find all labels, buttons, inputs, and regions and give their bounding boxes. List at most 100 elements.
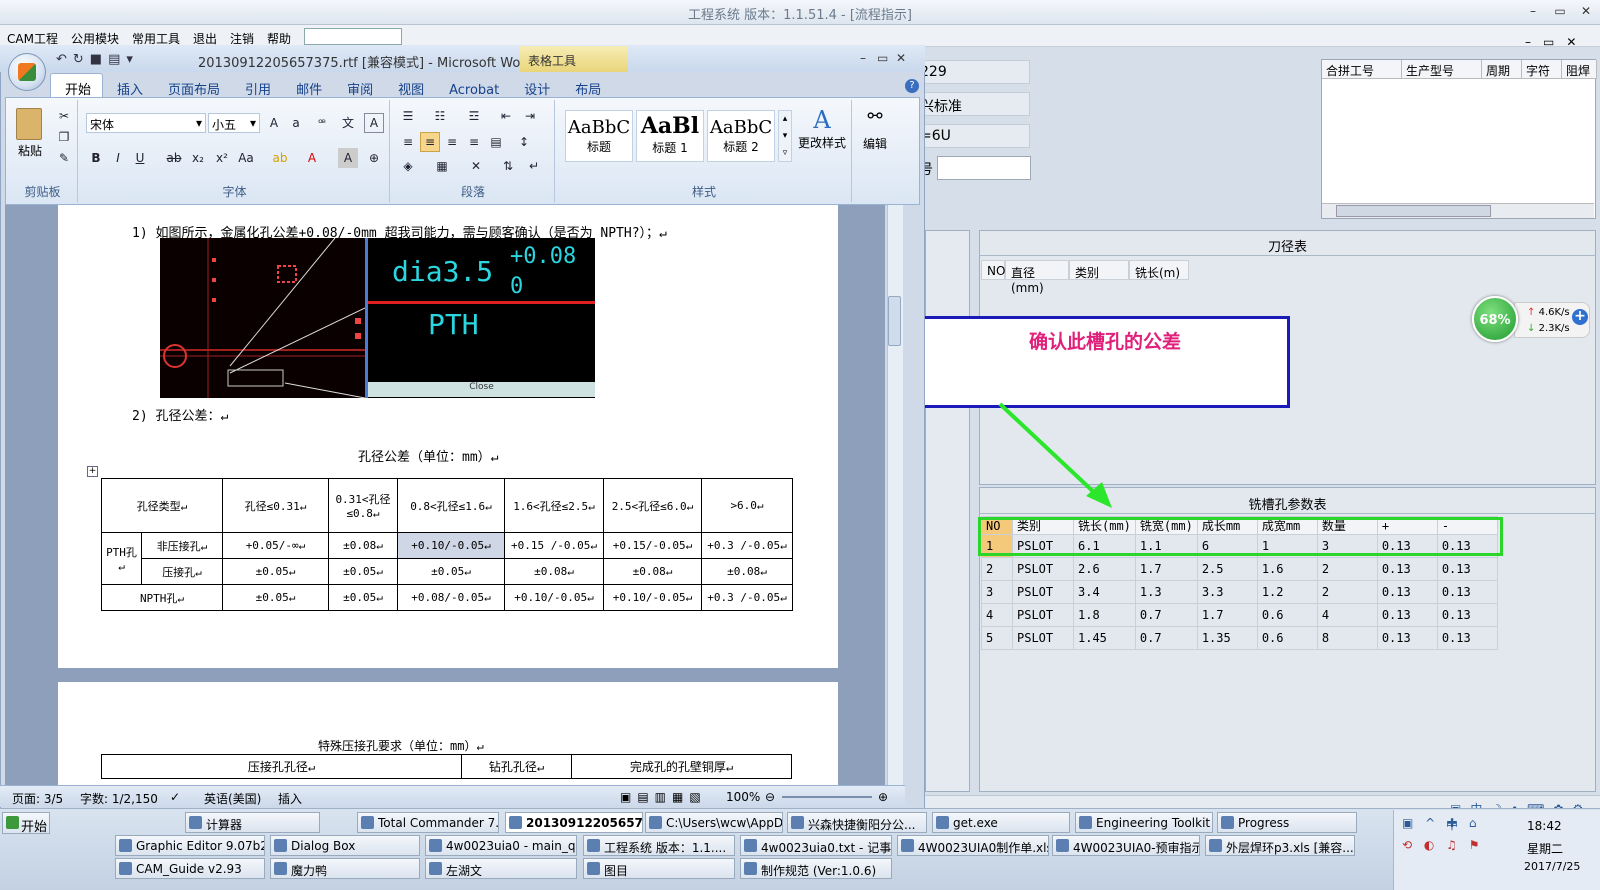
tab-home[interactable]: 开始 xyxy=(50,73,104,98)
subscript-icon[interactable]: x₂ xyxy=(188,148,208,168)
char-border-icon[interactable]: A xyxy=(364,113,384,133)
change-case-icon[interactable]: Aa xyxy=(236,148,256,168)
taskbar-button[interactable]: get.exe xyxy=(932,812,1070,833)
tab-design[interactable]: 设计 xyxy=(510,74,561,98)
shading-icon[interactable]: ◈ xyxy=(398,156,418,176)
font-color-icon[interactable]: A xyxy=(302,148,322,168)
clear-format-icon[interactable]: ꟹ xyxy=(312,113,332,133)
net-usage-ball[interactable]: 68% xyxy=(1472,296,1518,342)
edit-button[interactable]: ⚯ 编辑 xyxy=(856,106,894,152)
taskbar-button[interactable]: 4w0023uia0 - main_qa xyxy=(425,835,577,856)
status-language[interactable]: 英语(美国) xyxy=(204,790,261,807)
asian-layout-icon[interactable]: ✕ xyxy=(466,156,486,176)
ime-indicator[interactable]: 中 xyxy=(1446,816,1458,833)
style-heading-2[interactable]: AaBbC 标题 2 xyxy=(707,110,775,162)
menu-logout[interactable]: 注销 xyxy=(223,25,260,47)
clock-time[interactable]: 18:42 xyxy=(1527,819,1562,833)
table-move-handle[interactable]: + xyxy=(87,466,98,477)
change-styles-button[interactable]: A 更改样式 xyxy=(797,106,847,151)
vertical-scrollbar[interactable] xyxy=(887,205,903,785)
status-zoom[interactable]: 100% xyxy=(726,790,760,804)
style-heading[interactable]: AaBbC 标题 xyxy=(565,110,633,162)
zoom-out-icon[interactable]: ⊖ xyxy=(765,790,775,804)
sort-icon[interactable]: ⇅ xyxy=(498,156,518,176)
taskbar-button[interactable]: 图目 xyxy=(583,858,735,879)
show-marks-icon[interactable]: ↵ xyxy=(524,156,544,176)
grow-font-icon[interactable]: A xyxy=(264,113,284,133)
start-button[interactable]: 开始 xyxy=(2,812,50,834)
paste-button[interactable]: 粘贴 xyxy=(18,142,42,159)
style-heading-1[interactable]: AaBl 标题 1 xyxy=(636,110,704,162)
numbering-icon[interactable]: ☷ xyxy=(430,106,450,126)
char-shading-icon[interactable]: A xyxy=(338,148,358,168)
align-center-icon[interactable]: ≡ xyxy=(420,132,440,152)
horizontal-scrollbar[interactable] xyxy=(1322,203,1594,218)
taskbar-button[interactable]: 4W0023UIA0制作单.xls... xyxy=(897,835,1049,856)
word-maximize-button[interactable]: ▭ xyxy=(877,51,895,65)
increase-indent-icon[interactable]: ⇥ xyxy=(520,106,540,126)
shrink-font-icon[interactable]: a xyxy=(286,113,306,133)
font-size-select[interactable]: 小五 ▾ xyxy=(208,113,260,133)
tab-insert[interactable]: 插入 xyxy=(103,74,154,98)
taskbar-button[interactable]: C:\Users\wcw\AppDa... xyxy=(645,812,783,833)
plus-icon[interactable]: + xyxy=(1572,309,1588,325)
slot-table-row[interactable]: 5 PSLOT 1.45 0.7 1.35 0.6 8 0.13 0.13 xyxy=(981,626,1498,650)
clock-day[interactable]: 星期二 xyxy=(1527,840,1563,857)
taskbar-button[interactable]: 工程系统 版本：1.1.... xyxy=(583,835,735,856)
spellcheck-icon[interactable]: ✓ xyxy=(170,790,180,804)
styles-scroll[interactable]: ▴ ▾ ▿ xyxy=(778,110,792,162)
word-close-button[interactable]: ✕ xyxy=(896,51,914,65)
cut-icon[interactable]: ✂ xyxy=(54,106,74,126)
menu-tools[interactable]: 常用工具 xyxy=(125,25,186,47)
italic-icon[interactable]: I xyxy=(108,148,128,168)
taskbar-button[interactable]: 魔力鸭 xyxy=(270,858,420,879)
bullets-icon[interactable]: ☰ xyxy=(398,106,418,126)
tab-page-layout[interactable]: 页面布局 xyxy=(154,74,231,98)
taskbar-button[interactable]: 左湖文 xyxy=(425,858,577,879)
strikethrough-icon[interactable]: ab xyxy=(164,148,184,168)
status-page[interactable]: 页面: 3/5 xyxy=(12,790,63,807)
tab-layout[interactable]: 布局 xyxy=(561,74,612,98)
vertical-scroll-thumb[interactable] xyxy=(888,296,901,346)
word-minimize-button[interactable]: – xyxy=(860,51,878,65)
taskbar-button[interactable]: 兴森快捷衡阳分公... xyxy=(787,812,927,833)
distributed-icon[interactable]: ▤ xyxy=(486,132,506,152)
taskbar-button[interactable]: Dialog Box xyxy=(270,835,420,856)
taskbar-button[interactable]: Graphic Editor 9.07b2 (0... xyxy=(115,835,265,856)
menu-cam[interactable]: CAM工程 xyxy=(0,25,64,47)
taskbar-button[interactable]: 计算器 xyxy=(185,812,320,833)
quick-access-toolbar[interactable]: ↶↻■▤▾ xyxy=(56,52,139,67)
tab-review[interactable]: 审阅 xyxy=(333,74,384,98)
slot-table-row[interactable]: 2 PSLOT 2.6 1.7 2.5 1.6 2 0.13 0.13 xyxy=(981,557,1498,581)
tray-icons[interactable]: ▣ ^ ✚ ⌂ xyxy=(1402,816,1481,830)
tray-icons-2[interactable]: ⟲ ◐ ♫ ⚑ xyxy=(1402,838,1483,852)
paste-icon[interactable] xyxy=(16,108,42,140)
tab-view[interactable]: 视图 xyxy=(384,74,435,98)
taskbar-button[interactable]: Progress xyxy=(1217,812,1357,833)
superscript-icon[interactable]: x² xyxy=(212,148,232,168)
field-input[interactable] xyxy=(937,156,1031,180)
bold-icon[interactable]: B xyxy=(86,148,106,168)
office-button[interactable] xyxy=(8,53,46,91)
justify-icon[interactable]: ≡ xyxy=(464,132,484,152)
highlight-icon[interactable]: ab xyxy=(270,148,290,168)
copy-icon[interactable]: ❐ xyxy=(54,127,74,147)
underline-icon[interactable]: U xyxy=(130,148,150,168)
decrease-indent-icon[interactable]: ⇤ xyxy=(496,106,516,126)
enclose-char-icon[interactable]: ⊕ xyxy=(364,148,384,168)
tab-mailings[interactable]: 邮件 xyxy=(282,74,333,98)
taskbar-button[interactable]: 外层焊环p3.xls [兼容... xyxy=(1205,835,1355,856)
taskbar-button[interactable]: 20130912205657375... xyxy=(505,812,643,833)
menu-exit[interactable]: 退出 xyxy=(186,25,223,47)
align-left-icon[interactable]: ≡ xyxy=(398,132,418,152)
close-button[interactable]: ✕ xyxy=(1576,3,1596,19)
status-mode[interactable]: 插入 xyxy=(278,790,302,807)
phonetic-icon[interactable]: 文 xyxy=(338,113,358,133)
maximize-button[interactable]: ▭ xyxy=(1550,3,1570,19)
status-words[interactable]: 字数: 1/2,150 xyxy=(80,790,158,807)
taskbar-button[interactable]: 4w0023uia0.txt - 记事本 xyxy=(740,835,892,856)
taskbar-button[interactable]: CAM_Guide v2.93 xyxy=(115,858,265,879)
zoom-slider[interactable] xyxy=(782,796,872,798)
minimize-button[interactable]: – xyxy=(1523,3,1543,19)
taskbar-button[interactable]: Total Commander 7.0... xyxy=(357,812,499,833)
